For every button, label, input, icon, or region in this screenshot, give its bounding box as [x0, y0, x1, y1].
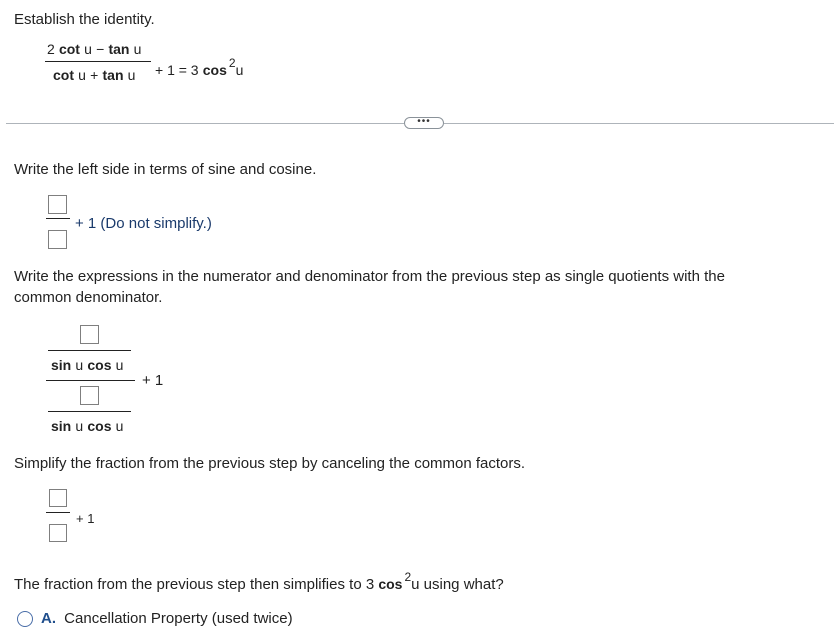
identity-fraction-bar: [45, 61, 151, 62]
cot-fn: cot: [53, 67, 74, 83]
step2-plus-one: + 1: [142, 372, 164, 389]
cos-fn: cos: [87, 357, 112, 373]
var-u: u: [115, 418, 124, 434]
step2-instruction-line2: common denominator.: [14, 289, 163, 306]
step2-denominator-denominator: sin u cos u: [51, 417, 123, 436]
option-a-text: A. Cancellation Property (used twice): [41, 610, 293, 628]
separator-left: [6, 123, 404, 124]
step1-denominator-input[interactable]: [48, 230, 67, 249]
identity-equation: 2 cot u − tan u cot u + tan u + 1 = 3 co…: [45, 40, 275, 86]
cos-fn: cos: [87, 418, 112, 434]
sin-fn: sin: [51, 418, 72, 434]
var-u: u: [75, 357, 84, 373]
var-u: u: [127, 67, 136, 83]
var-u: u: [115, 357, 124, 373]
prompt-text: Establish the identity.: [14, 11, 155, 28]
plus-sign: +: [90, 67, 99, 83]
identity-rhs: + 1 = 3 cos 2u: [155, 54, 243, 80]
step3-plus-one: + 1: [76, 511, 95, 526]
var-u: u: [235, 62, 244, 78]
step2-numerator-denominator: sin u cos u: [51, 356, 123, 375]
step3-denominator-input[interactable]: [49, 524, 67, 542]
step1-suffix: + 1 (Do not simplify.): [75, 215, 212, 232]
step2-instruction-line1: Write the expressions in the numerator a…: [14, 268, 725, 285]
step2-inner-bar-bottom: [48, 411, 131, 412]
tan-fn: tan: [108, 41, 130, 57]
step3-numerator-input[interactable]: [49, 489, 67, 507]
sin-fn: sin: [51, 357, 72, 373]
step4-question: The fraction from the previous step then…: [14, 568, 504, 594]
step1-fraction-bar: [46, 218, 70, 219]
tan-fn: tan: [102, 67, 124, 83]
num-coefficient: 2: [47, 41, 55, 57]
option-a-label: Cancellation Property (used twice): [64, 610, 293, 627]
more-button[interactable]: •••: [404, 117, 444, 129]
question-prefix: The fraction from the previous step then…: [14, 576, 375, 593]
step3-instruction: Simplify the fraction from the previous …: [14, 455, 526, 472]
cos-fn: cos: [378, 576, 403, 592]
identity-denominator: cot u + tan u: [53, 66, 135, 85]
option-a-radio[interactable]: [17, 611, 33, 627]
step1-instruction: Write the left side in terms of sine and…: [14, 161, 317, 178]
option-a[interactable]: A. Cancellation Property (used twice): [17, 609, 337, 629]
var-u: u: [84, 41, 92, 57]
step1-numerator-input[interactable]: [48, 195, 67, 214]
question-suffix: u using what?: [411, 576, 504, 593]
step2-numerator-input[interactable]: [80, 325, 99, 344]
cos-fn: cos: [202, 62, 227, 78]
var-u: u: [133, 41, 142, 57]
step3-fraction-bar: [46, 512, 70, 513]
identity-numerator: 2 cot u − tan u: [47, 40, 141, 59]
var-u: u: [75, 418, 84, 434]
step2-denominator-input[interactable]: [80, 386, 99, 405]
cot-fn: cot: [58, 41, 80, 57]
minus-sign: −: [96, 41, 105, 57]
step2-main-fraction-bar: [46, 380, 135, 381]
option-a-letter: A.: [41, 610, 56, 627]
exponent-2: 2: [228, 56, 236, 70]
rhs-plus-one: + 1 = 3: [155, 62, 199, 78]
separator-right: [444, 123, 834, 124]
var-u: u: [78, 67, 86, 83]
step2-inner-bar-top: [48, 350, 131, 351]
